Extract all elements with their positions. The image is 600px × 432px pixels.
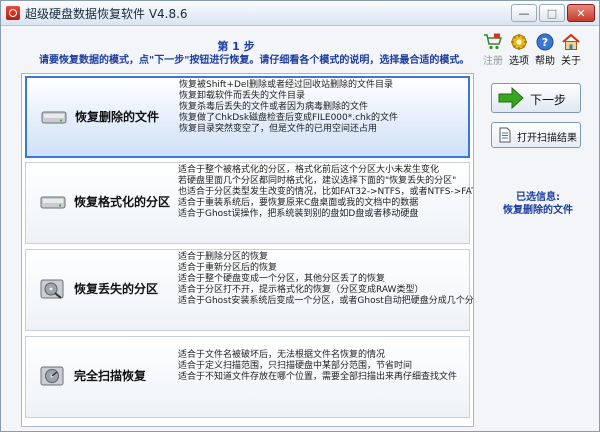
arrow-right-icon bbox=[498, 86, 524, 110]
disk-scan-icon bbox=[40, 366, 64, 386]
mode-label: 恢复丢失的分区 bbox=[74, 282, 159, 296]
app-logo-icon bbox=[6, 6, 20, 20]
gear-icon bbox=[511, 34, 527, 50]
hard-drive-icon bbox=[40, 196, 66, 209]
close-button[interactable]: ✕ bbox=[567, 4, 595, 22]
mode-label: 完全扫描恢复 bbox=[74, 369, 147, 383]
selected-value: 恢复删除的文件 bbox=[503, 205, 573, 216]
next-step-label: 下一步 bbox=[530, 93, 567, 107]
mode-description: 适合于整个被格式化的分区，格式化前后这个分区大小未发生变化 若硬盘里面几个分区都… bbox=[178, 165, 474, 219]
mode-label: 恢复格式化的分区 bbox=[74, 195, 171, 209]
document-icon bbox=[499, 127, 511, 143]
options-button[interactable]: 选项 bbox=[506, 33, 532, 67]
mode-recover-deleted-files[interactable]: 恢复删除的文件 恢复被Shift+Del删除或者经过回收站删除的文件目录 恢复卸… bbox=[25, 76, 470, 158]
svg-text:?: ? bbox=[542, 36, 548, 49]
home-icon bbox=[562, 33, 580, 50]
help-icon: ? bbox=[536, 33, 554, 51]
minimize-button[interactable]: — bbox=[511, 4, 537, 22]
hard-drive-icon bbox=[41, 111, 67, 124]
cart-icon bbox=[484, 33, 503, 50]
mode-description: 适合于删除分区的恢复 适合于重新分区后的恢复 适合于整个硬盘变成一个分区，其他分… bbox=[178, 252, 474, 306]
title-bar[interactable]: 超级硬盘数据恢复软件 V4.8.6 — □ ✕ bbox=[1, 1, 599, 26]
about-button[interactable]: 关于 bbox=[558, 33, 584, 67]
open-scan-results-label: 打开扫描结果 bbox=[517, 133, 577, 144]
next-step-button[interactable]: 下一步 bbox=[491, 83, 581, 113]
step-instructions: 请要恢复数据的模式，点"下一步"按钮进行恢复。请仔细看各个模式的说明，选择最合适… bbox=[39, 55, 470, 66]
open-scan-results-button[interactable]: 打开扫描结果 bbox=[491, 122, 581, 148]
register-button[interactable]: 注册 bbox=[480, 33, 506, 67]
mode-recover-lost-partition[interactable]: 恢复丢失的分区 适合于删除分区的恢复 适合于重新分区后的恢复 适合于整个硬盘变成… bbox=[25, 249, 473, 331]
mode-recover-formatted-partition[interactable]: 恢复格式化的分区 适合于整个被格式化的分区，格式化前后这个分区大小未发生变化 若… bbox=[25, 162, 473, 244]
selected-caption: 已选信息: bbox=[516, 192, 560, 203]
maximize-button[interactable]: □ bbox=[539, 4, 565, 22]
app-window: 超级硬盘数据恢复软件 V4.8.6 — □ ✕ 第 1 步 请要恢复数据的模式，… bbox=[0, 0, 600, 432]
disk-search-icon bbox=[40, 279, 64, 299]
selected-mode-info: 已选信息: 恢复删除的文件 bbox=[483, 191, 593, 217]
help-button[interactable]: ? 帮助 bbox=[532, 33, 558, 67]
mode-label: 恢复删除的文件 bbox=[75, 110, 160, 124]
mode-description: 适合于文件名被破坏后，无法根据文件名恢复的情况 适合于定义扫描范围，只扫描硬盘中… bbox=[178, 350, 458, 382]
mode-full-scan-recovery[interactable]: 完全扫描恢复 适合于文件名被破坏后，无法根据文件名恢复的情况 适合于定义扫描范围… bbox=[25, 336, 470, 418]
mode-description: 恢复被Shift+Del删除或者经过回收站删除的文件目录 恢复卸载软件而丢失的文… bbox=[179, 80, 398, 134]
mode-list: 恢复删除的文件 恢复被Shift+Del删除或者经过回收站删除的文件目录 恢复卸… bbox=[21, 73, 474, 427]
window-title: 超级硬盘数据恢复软件 V4.8.6 bbox=[25, 7, 188, 21]
